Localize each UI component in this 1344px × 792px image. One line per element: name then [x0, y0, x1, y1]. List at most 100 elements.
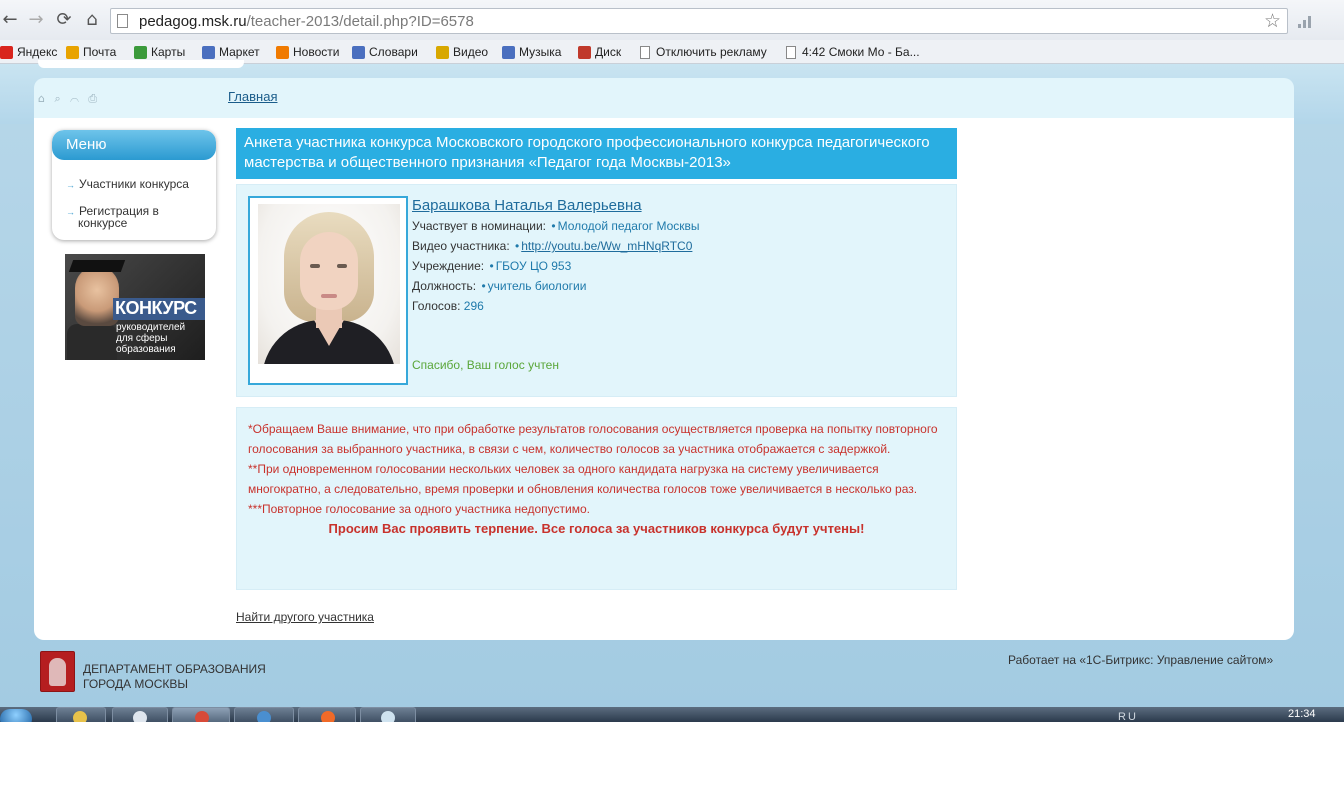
nomination-row: Участвует в номинации: • Молодой педагог … [412, 219, 700, 233]
institution-label: Учреждение: [412, 259, 485, 273]
notice-emphasis: Просим Вас проявить терпение. Все голоса… [328, 521, 865, 536]
address-bar[interactable]: pedagog.msk.ru/teacher-2013/detail.php?I… [110, 8, 1288, 34]
taskbar-chrome[interactable] [172, 707, 230, 722]
nomination-label: Участвует в номинации: [412, 219, 547, 233]
maps-icon [134, 45, 147, 59]
taskbar-media[interactable] [112, 707, 168, 722]
position-row: Должность: • учитель биологии [412, 279, 587, 293]
votes-label: Голосов: [412, 299, 461, 313]
department-name: ДЕПАРТАМЕНТ ОБРАЗОВАНИЯ ГОРОДА МОСКВЫ [83, 662, 266, 692]
page-icon [117, 14, 128, 28]
bookmark-10[interactable]: 4:42 Смоки Мо - Ба... [786, 43, 920, 61]
video-label: Видео участника: [412, 239, 510, 253]
home-icon[interactable]: ⌂ [82, 10, 102, 30]
bookmark-0[interactable]: Яндекс [0, 43, 57, 61]
yandex-icon [0, 45, 13, 59]
votes-count: 296 [463, 299, 484, 313]
bookmark-9[interactable]: Отключить рекламу [640, 43, 767, 61]
participant-photo [248, 196, 408, 385]
language-indicator[interactable]: RU [1118, 711, 1138, 722]
start-button[interactable] [0, 709, 32, 722]
position-label: Должность: [412, 279, 477, 293]
bookmark-label: Карты [151, 45, 186, 59]
address-url[interactable]: pedagog.msk.ru/teacher-2013/detail.php?I… [139, 13, 474, 30]
music-icon [502, 45, 515, 59]
bookmark-3[interactable]: Маркет [202, 43, 260, 61]
breadcrumb-home[interactable]: Главная [228, 89, 277, 104]
bookmark-1[interactable]: Почта [66, 43, 116, 61]
notice-line-1: *Обращаем Ваше внимание, что при обработ… [248, 422, 938, 456]
vote-confirmation: Спасибо, Ваш голос учтен [412, 358, 559, 372]
bookmark-label: Отключить рекламу [656, 45, 767, 59]
dict-icon [352, 45, 365, 59]
forward-icon[interactable]: → [26, 10, 46, 30]
taskbar-app[interactable] [298, 707, 356, 722]
bookmark-star-icon[interactable]: ☆ [1264, 10, 1281, 32]
menu-item-label: Участники конкурса [79, 177, 189, 191]
arrow-icon: → [66, 207, 75, 217]
department-line-2: ГОРОДА МОСКВЫ [83, 677, 189, 691]
find-participant-link[interactable]: Найти другого участника [236, 610, 374, 624]
menu-item-participants[interactable]: → Участники конкурса [66, 177, 189, 191]
nomination-value: Молодой педагог Москвы [557, 219, 700, 233]
institution-row: Учреждение: • ГБОУ ЦО 953 [412, 259, 572, 273]
taskbar-network[interactable] [234, 707, 294, 722]
banner-subtitle: руководителей для сферы образования [116, 322, 186, 355]
taskbar: RU 21:34 [0, 707, 1344, 722]
menu-title: Меню [52, 130, 216, 160]
screen: ← → ⟳ ⌂ pedagog.msk.ru/teacher-2013/deta… [0, 0, 1344, 722]
menu-item-registration[interactable]: → Регистрация в конкурсе [66, 204, 196, 230]
bookmark-label: Маркет [219, 45, 260, 59]
menu-item-label: Регистрация в конкурсе [78, 204, 159, 230]
taskbar-notepad[interactable] [360, 707, 416, 722]
votes-row: Голосов: 296 [412, 299, 484, 313]
arrow-icon: → [66, 180, 75, 190]
bookmark-6[interactable]: Видео [436, 43, 488, 61]
contest-banner[interactable]: КОНКУРС руководителей для сферы образова… [65, 254, 205, 360]
page-title: Анкета участника конкурса Московского го… [236, 128, 957, 179]
web-page: ⌂ ⌕ ⌒ ⎙ Главная Меню → Участники конкурса… [0, 60, 1344, 707]
url-domain: pedagog.msk.ru [139, 13, 247, 30]
powered-by[interactable]: Работает на «1С-Битрикс: Управление сайт… [1008, 653, 1273, 667]
market-icon [202, 45, 215, 59]
bookmark-label: Диск [595, 45, 622, 59]
bookmark-7[interactable]: Музыка [502, 43, 561, 61]
page-icon [640, 45, 650, 59]
video-row: Видео участника: • http://youtu.be/Ww_mHN… [412, 239, 693, 253]
bookmark-label: 4:42 Смоки Мо - Ба... [802, 45, 920, 59]
moscow-emblem-icon[interactable] [40, 651, 75, 692]
notice-line-2: **При одновременном голосовании нескольк… [248, 462, 918, 496]
video-icon [436, 45, 449, 59]
reload-icon[interactable]: ⟳ [54, 10, 74, 30]
institution-value: ГБОУ ЦО 953 [495, 259, 572, 273]
bookmark-label: Почта [83, 45, 117, 59]
signal-icon [1298, 14, 1318, 28]
bookmark-8[interactable]: Диск [578, 43, 621, 61]
bookmark-label: Музыка [519, 45, 562, 59]
participant-card: Барашкова Наталья Валерьевна Участвует в… [236, 184, 957, 397]
page-icon [786, 45, 796, 59]
participant-name-link[interactable]: Барашкова Наталья Валерьевна [412, 197, 642, 214]
side-menu: Меню → Участники конкурса → Регистрация в … [52, 130, 216, 240]
back-icon[interactable]: ← [0, 10, 20, 30]
mail-icon [66, 45, 79, 59]
banner-title: КОНКУРС [115, 298, 197, 318]
department-line-1: ДЕПАРТАМЕНТ ОБРАЗОВАНИЯ [83, 662, 266, 676]
bookmark-2[interactable]: Карты [134, 43, 185, 61]
bookmark-label: Видео [453, 45, 489, 59]
bookmark-5[interactable]: Словари [352, 43, 418, 61]
video-link[interactable]: http://youtu.be/Ww_mHNqRTC0 [521, 239, 692, 253]
header-strip: ⌂ ⌕ ⌒ ⎙ Главная [34, 78, 1294, 118]
disk-icon [578, 45, 591, 59]
content-panel: Меню → Участники конкурса → Регистрация в … [34, 118, 1294, 640]
browser-toolbar: ← → ⟳ ⌂ pedagog.msk.ru/teacher-2013/deta… [0, 0, 1344, 40]
bookmark-label: Яндекс [17, 45, 58, 59]
notice-line-3: ***Повторное голосование за одного участ… [248, 502, 590, 516]
news-icon [276, 45, 289, 59]
bookmark-4[interactable]: Новости [276, 43, 339, 61]
url-path: /teacher-2013/detail.php?ID=6578 [246, 13, 474, 30]
utility-icons[interactable]: ⌂ ⌕ ⌒ ⎙ [38, 92, 108, 106]
clock[interactable]: 21:34 [1288, 708, 1316, 720]
taskbar-explorer[interactable] [56, 707, 106, 722]
position-value: учитель биологии [487, 279, 587, 293]
